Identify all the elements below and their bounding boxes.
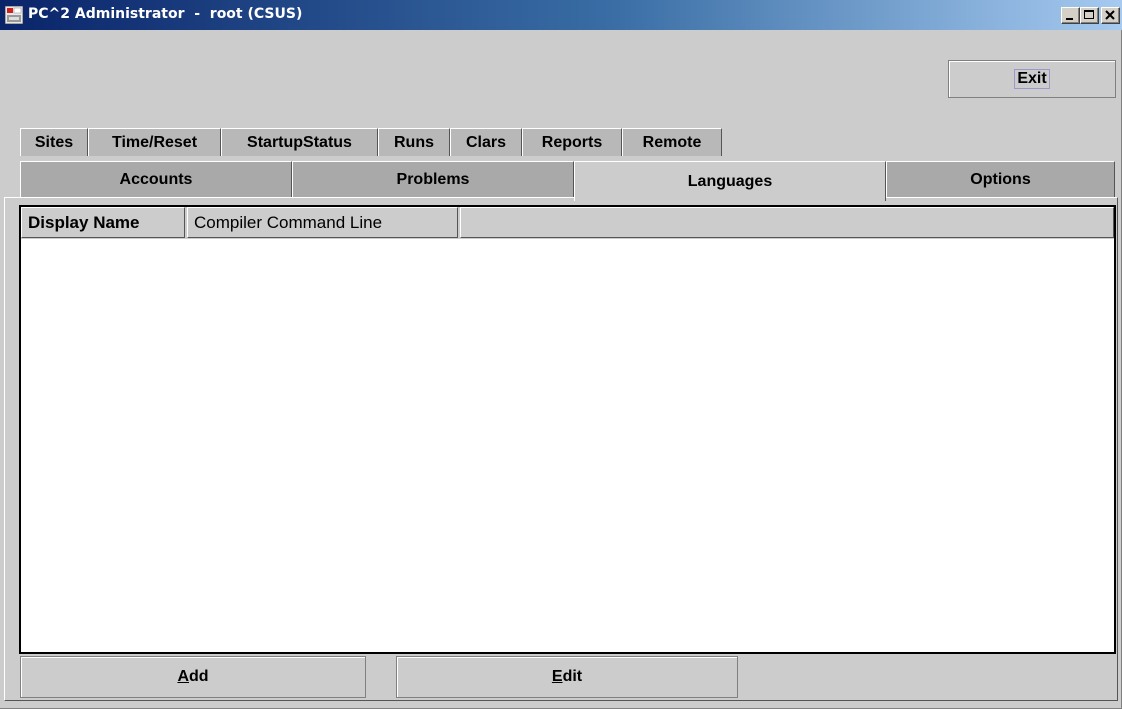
- add-button-label: dd: [189, 668, 209, 685]
- maximize-icon[interactable]: [1080, 7, 1099, 24]
- tab-remote[interactable]: Remote: [622, 128, 722, 156]
- tab-runs[interactable]: Runs: [378, 128, 450, 156]
- title-bar[interactable]: PC^2 Administrator - root (CSUS): [0, 0, 1122, 30]
- edit-button[interactable]: Edit: [396, 656, 738, 698]
- tab-options[interactable]: Options: [886, 161, 1115, 197]
- tab-languages[interactable]: Languages: [574, 161, 886, 201]
- close-icon[interactable]: [1101, 7, 1120, 24]
- tab-startup-status[interactable]: StartupStatus: [221, 128, 378, 156]
- pc2-app-icon[interactable]: [4, 5, 24, 25]
- app-window: PC^2 Administrator - root (CSUS) Exit Si…: [0, 0, 1122, 709]
- edit-button-label: dit: [562, 668, 583, 685]
- column-header-display-name[interactable]: Display Name: [21, 207, 185, 238]
- tab-time-reset[interactable]: Time/Reset: [88, 128, 221, 156]
- column-header-empty: [460, 207, 1114, 238]
- add-button[interactable]: Add: [20, 656, 366, 698]
- tab-reports[interactable]: Reports: [522, 128, 622, 156]
- tab-clars[interactable]: Clars: [450, 128, 522, 156]
- minimize-icon[interactable]: [1061, 7, 1080, 24]
- tab-accounts[interactable]: Accounts: [20, 161, 292, 197]
- exit-button[interactable]: Exit: [948, 60, 1116, 98]
- languages-table[interactable]: Display Name Compiler Command Line: [19, 205, 1116, 654]
- column-header-compiler-command-line[interactable]: Compiler Command Line: [187, 207, 458, 238]
- tab-problems[interactable]: Problems: [292, 161, 574, 197]
- exit-button-label: Exit: [1014, 69, 1050, 89]
- table-header: Display Name Compiler Command Line: [21, 207, 1114, 239]
- add-button-mnemonic: A: [177, 668, 189, 685]
- window-title: PC^2 Administrator - root (CSUS): [28, 6, 303, 22]
- edit-button-mnemonic: E: [551, 668, 563, 685]
- table-body[interactable]: [21, 239, 1114, 652]
- tab-sites[interactable]: Sites: [20, 128, 88, 156]
